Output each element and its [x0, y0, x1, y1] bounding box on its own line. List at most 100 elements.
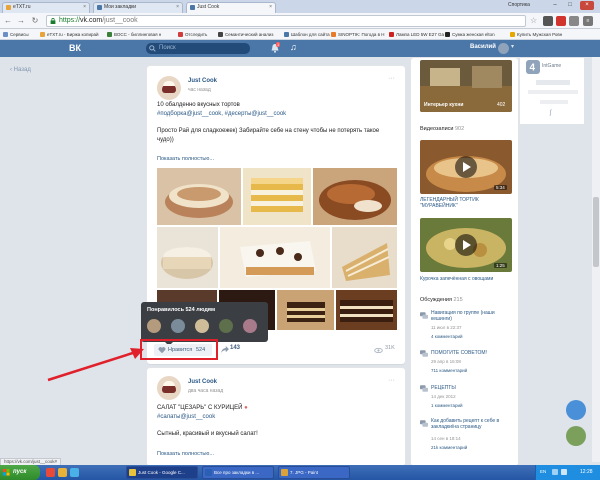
bookmark-star-icon[interactable]: ☆: [530, 16, 537, 25]
word-icon: [205, 469, 212, 476]
extension-icon[interactable]: [543, 16, 553, 26]
browser-tab-just-cook[interactable]: Just Cook ×: [186, 2, 276, 13]
ad-banner[interactable]: 4 IntGame ʃ: [520, 58, 584, 124]
post-hashtags[interactable]: #подборка@just__cook, #десерты@just__coo…: [157, 110, 286, 119]
taskbar-clock[interactable]: 12:28: [580, 469, 593, 475]
bookmark-item[interactable]: Сервисы: [3, 30, 29, 39]
music-icon[interactable]: ♫: [290, 42, 297, 52]
community-avatar[interactable]: [157, 376, 181, 400]
community-avatar[interactable]: [157, 76, 181, 100]
share-count[interactable]: 143: [230, 345, 240, 351]
user-name[interactable]: Василий: [470, 44, 496, 50]
avatar[interactable]: [566, 426, 586, 446]
close-tab-icon[interactable]: ×: [83, 3, 86, 12]
menu-icon[interactable]: ≡: [583, 16, 593, 26]
ad-placeholder-line: [540, 100, 568, 104]
maximize-icon[interactable]: □: [563, 1, 577, 10]
taskbar-item-chrome[interactable]: Just Cook - Google C...: [126, 466, 198, 479]
bookmark-item[interactable]: eTXT.ru - Биржа копирай: [40, 30, 98, 39]
post-photo[interactable]: [220, 227, 330, 288]
post-author[interactable]: Just Cook: [188, 78, 217, 84]
volume-icon[interactable]: [561, 469, 567, 475]
more-options-icon[interactable]: ···: [388, 75, 395, 82]
topic-title[interactable]: Как добавить рецепт к себе в закладки/на…: [431, 418, 511, 430]
video-title[interactable]: ЛЕГЕНДАРНЫЙ ТОРТИК "МУРАВЕЙНИК": [420, 197, 512, 209]
bookmark-item[interactable]: Купить Мужская Ровн: [510, 30, 562, 39]
page-scrollbar[interactable]: [592, 57, 600, 462]
back-arrow-icon[interactable]: ←: [3, 16, 13, 26]
browser-tab-bookmarks[interactable]: Мои закладки ×: [93, 2, 183, 13]
bookmark-item[interactable]: Семантический анализ: [218, 30, 273, 39]
avatar[interactable]: [498, 43, 509, 54]
share-icon[interactable]: [221, 346, 229, 353]
likes-tooltip-title[interactable]: Понравилось 524 людям: [147, 307, 215, 313]
post-time[interactable]: два часа назад: [188, 388, 223, 394]
post-photo[interactable]: [277, 290, 334, 330]
topic-title[interactable]: Навигация по группе (наши кешинги): [431, 310, 511, 322]
show-more-link[interactable]: Показать полностью...: [157, 451, 214, 457]
video-thumbnail[interactable]: 5:34: [420, 140, 512, 194]
post-photo[interactable]: [243, 168, 311, 225]
videos-section-title[interactable]: Видеозаписи 902: [420, 126, 464, 132]
vk-favicon-icon: [190, 5, 195, 10]
browser-tab-etxt[interactable]: eTXT.ru ×: [2, 2, 90, 13]
topic-title[interactable]: ПОМОГИТЕ СОВЕТОМ!: [431, 350, 511, 356]
taskbar-item-word[interactable]: Все про закладки в ...: [202, 466, 274, 479]
post-time[interactable]: час назад: [188, 87, 211, 93]
liker-avatar[interactable]: [219, 319, 233, 333]
topic-comments-link[interactable]: 711 комментарий: [431, 368, 467, 373]
liker-avatar[interactable]: [147, 319, 161, 333]
video-title[interactable]: Курочка запечённая с овощами: [420, 276, 512, 282]
reload-icon[interactable]: ↻: [30, 16, 40, 26]
liker-avatar[interactable]: [243, 319, 257, 333]
liker-avatar[interactable]: [195, 319, 209, 333]
topic-comments-link[interactable]: 21k комментарий: [431, 445, 467, 450]
start-button[interactable]: пуск: [0, 465, 40, 480]
extension-icon[interactable]: [569, 16, 579, 26]
quicklaunch-app-icon[interactable]: [70, 468, 79, 477]
more-options-icon[interactable]: ···: [388, 377, 395, 384]
post-author[interactable]: Just Cook: [188, 379, 217, 385]
quicklaunch-folder-icon[interactable]: [58, 468, 67, 477]
topic-comments-link[interactable]: 4 комментарий: [431, 334, 463, 339]
forward-arrow-icon[interactable]: →: [16, 16, 26, 26]
minimize-icon[interactable]: –: [548, 1, 562, 10]
quicklaunch-browser-icon[interactable]: [46, 468, 55, 477]
language-indicator[interactable]: EN: [540, 469, 546, 474]
discussions-section-title[interactable]: Обсуждения 215: [420, 297, 463, 303]
extension-badge-icon[interactable]: [556, 16, 566, 26]
show-more-link[interactable]: Показать полностью...: [157, 156, 214, 162]
bookmark-item[interactable]: Сумка женская elton: [445, 30, 495, 39]
close-tab-icon[interactable]: ×: [269, 3, 272, 12]
play-icon[interactable]: [455, 156, 477, 178]
bookmark-item[interactable]: Шаблон для сайта: [284, 30, 330, 39]
bookmark-item[interactable]: Отследить: [178, 30, 207, 39]
video-thumbnail[interactable]: 1:25: [420, 218, 512, 272]
url-input[interactable]: https://vk.com/just__cook: [46, 15, 526, 27]
bookmark-item[interactable]: SINOPTIK: Погода в Н: [331, 30, 384, 39]
taskbar-item-paint[interactable]: 7. JPG - Paint: [278, 466, 350, 479]
search-input[interactable]: Поиск: [146, 43, 250, 54]
post-photo[interactable]: [157, 168, 241, 225]
topic-title[interactable]: РЕЦЕПТЫ: [431, 385, 511, 391]
back-link[interactable]: ‹ Назад: [10, 67, 31, 73]
play-icon[interactable]: [455, 234, 477, 256]
post-photo[interactable]: [336, 290, 397, 330]
close-window-icon[interactable]: ×: [580, 1, 594, 10]
bookmarks-bar: Сервисы eTXT.ru - Биржа копирай ВОСС - б…: [0, 29, 600, 40]
post-photo[interactable]: [157, 227, 218, 288]
bookmark-item[interactable]: ВОСС - биллинговая н: [107, 30, 161, 39]
network-icon[interactable]: [552, 469, 558, 475]
liker-avatar[interactable]: [171, 319, 185, 333]
post-photo[interactable]: [332, 227, 397, 288]
post-photo[interactable]: [313, 168, 397, 225]
scrollbar-thumb[interactable]: [593, 197, 599, 267]
album-count: 402: [497, 102, 506, 108]
topic-comments-link[interactable]: 1 комментарий: [431, 403, 463, 408]
close-tab-icon[interactable]: ×: [176, 3, 179, 12]
vk-logo[interactable]: ВК: [69, 43, 81, 54]
chevron-down-icon[interactable]: ▾: [511, 43, 514, 50]
cart-icon[interactable]: [566, 400, 586, 420]
bookmark-item[interactable]: Лампа LED 5W E27 Ga: [389, 30, 444, 39]
post-hashtags[interactable]: #салаты@just__cook: [157, 413, 215, 422]
